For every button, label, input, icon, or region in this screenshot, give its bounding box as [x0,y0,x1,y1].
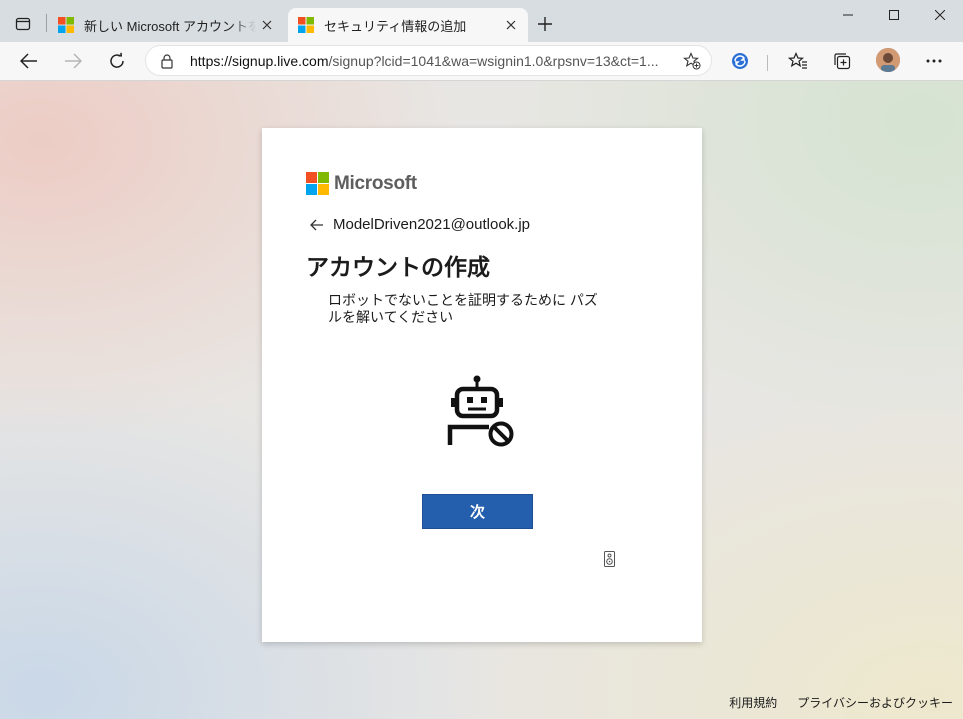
avatar-icon [876,48,900,72]
tab-separator [46,14,47,32]
close-tab-button[interactable] [500,14,522,36]
refresh-icon [110,52,124,68]
back-icon [20,53,37,69]
close-tab-button[interactable] [256,14,278,36]
refresh-button[interactable] [103,47,131,75]
close-window-button[interactable] [917,0,963,30]
profile-avatar[interactable] [876,48,900,72]
page-background: Microsoft ModelDriven2021@outlook.jp アカウ… [0,81,963,719]
tab-title: 新しい Microsoft アカウントを作成する [84,18,256,34]
privacy-link[interactable]: プライバシーおよびクッキー [797,694,953,711]
footer: 利用規約 プライバシーおよびクッキー [729,694,953,711]
page-title: アカウントの作成 [306,254,490,280]
address-bar[interactable]: https://signup.live.com/signup?lcid=1041… [145,45,712,76]
tab-security-info[interactable]: セキュリティ情報の追加 [288,8,528,42]
close-icon [935,10,945,20]
audio-challenge-icon[interactable] [604,551,615,567]
url-host: https://signup.live.com [190,53,329,69]
more-button[interactable] [920,47,948,75]
url-text: https://signup.live.com/signup?lcid=1041… [190,53,670,69]
maximize-button[interactable] [871,0,917,30]
title-bar: 新しい Microsoft アカウントを作成する セキュリティ情報の追加 [0,0,963,42]
back-arrow-icon[interactable] [310,219,324,231]
identity-email: ModelDriven2021@outlook.jp [333,216,531,233]
collections-button[interactable] [828,47,856,75]
extension-button[interactable] [726,47,754,75]
robot-blocked-icon [447,375,514,447]
url-path: /signup?lcid=1041&wa=wsignin1.0&rpsnv=13… [328,53,659,69]
favorite-add-icon[interactable] [683,52,701,70]
minimize-button[interactable] [825,0,871,30]
tab-title: セキュリティ情報の追加 [324,18,467,34]
forward-icon [65,53,82,69]
favorites-icon [788,52,807,69]
close-icon [506,20,516,30]
new-tab-button[interactable] [533,12,557,36]
toolbar-separator [767,55,768,71]
captcha-instructions: ロボットでないことを証明するために パズルを解いてください [328,292,598,325]
tab-create-account[interactable]: 新しい Microsoft アカウントを作成する [52,8,284,42]
lock-icon[interactable] [160,53,174,69]
microsoft-favicon-icon [298,17,314,33]
brand-name: Microsoft [334,172,417,194]
minimize-icon [843,14,853,16]
browser-toolbar: https://signup.live.com/signup?lcid=1041… [0,42,963,81]
extension-icon [732,53,748,69]
collections-icon [834,53,851,70]
identity-banner[interactable]: ModelDriven2021@outlook.jp [310,216,530,233]
microsoft-logo: Microsoft [306,172,417,195]
close-icon [262,20,272,30]
next-button[interactable]: 次 [422,494,533,529]
plus-icon [538,17,552,31]
microsoft-logo-icon [306,172,329,195]
signup-card: Microsoft ModelDriven2021@outlook.jp アカウ… [262,128,702,642]
microsoft-favicon-icon [58,17,74,33]
maximize-icon [889,10,899,20]
favorites-button[interactable] [784,47,812,75]
forward-button[interactable] [59,47,87,75]
terms-link[interactable]: 利用規約 [729,694,777,711]
back-button[interactable] [15,47,43,75]
tab-actions-icon [15,17,31,31]
tab-actions-button[interactable] [8,11,38,37]
more-icon [926,59,942,63]
